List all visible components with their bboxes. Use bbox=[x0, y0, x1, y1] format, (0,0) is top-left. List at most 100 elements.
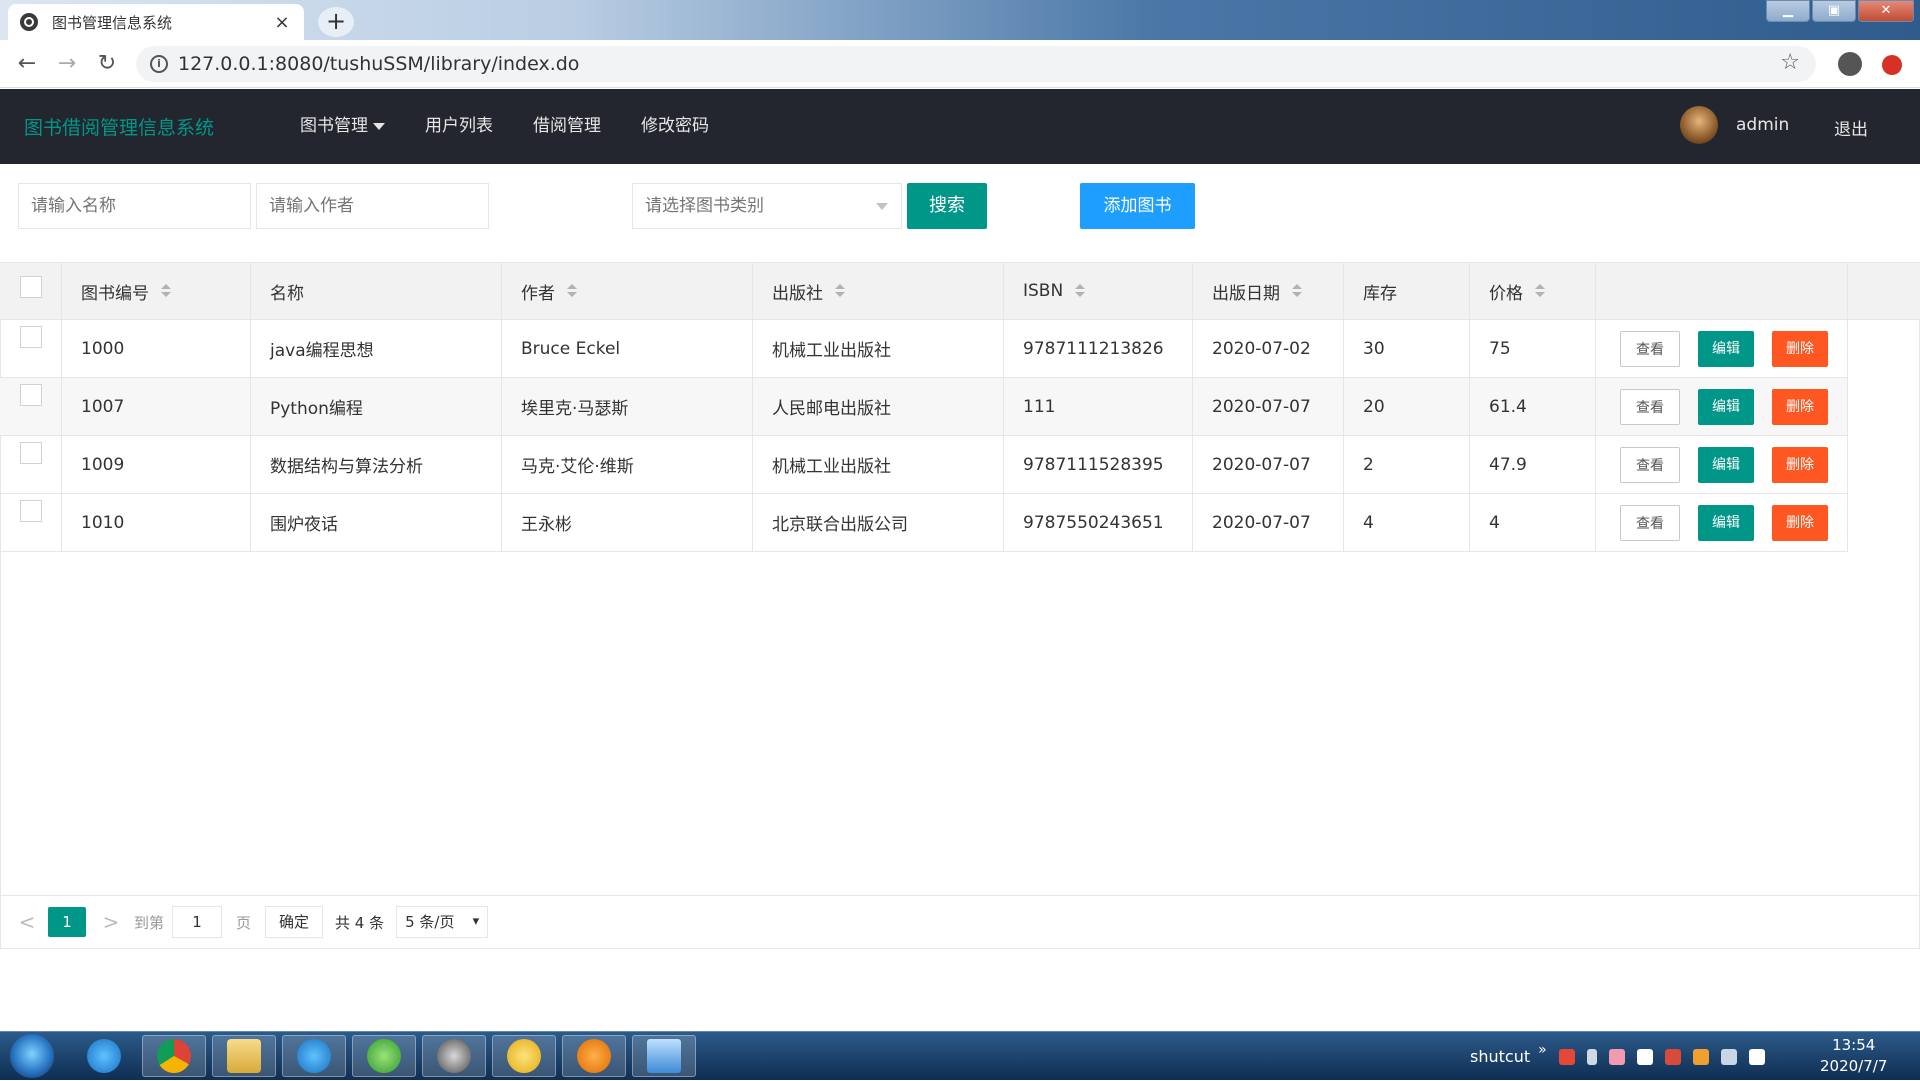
edit-button[interactable]: 编辑 bbox=[1698, 330, 1754, 367]
back-arrow-icon[interactable]: ← bbox=[12, 50, 42, 80]
prev-page-button[interactable]: < bbox=[12, 910, 42, 934]
next-page-button[interactable]: > bbox=[96, 910, 126, 934]
volume-icon[interactable] bbox=[1664, 1048, 1681, 1065]
dropdown-caret-icon bbox=[876, 203, 888, 210]
cell-author: 马克·艾伦·维斯 bbox=[502, 436, 753, 493]
minimize-button[interactable]: ▁ bbox=[1766, 0, 1810, 22]
windows-start-icon[interactable] bbox=[10, 1034, 54, 1078]
col-label: 出版日期 bbox=[1212, 283, 1280, 304]
table-row: 1010 围炉夜话 王永彬 北京联合出版公司 9787550243651 202… bbox=[0, 494, 1848, 552]
info-icon[interactable]: i bbox=[150, 55, 168, 73]
edit-button[interactable]: 编辑 bbox=[1698, 504, 1754, 541]
network-icon[interactable] bbox=[1720, 1048, 1737, 1065]
view-button[interactable]: 查看 bbox=[1620, 388, 1680, 425]
goto-page-input[interactable]: 1 bbox=[172, 906, 223, 938]
tray-more-icon[interactable]: » bbox=[1538, 1042, 1547, 1058]
new-tab-button[interactable]: + bbox=[318, 7, 354, 37]
cell-author: 埃里克·马瑟斯 bbox=[502, 378, 753, 435]
tray-settings-icon[interactable] bbox=[1636, 1048, 1653, 1065]
col-isbn[interactable]: ISBN bbox=[1004, 263, 1193, 319]
col-price[interactable]: 价格 bbox=[1470, 263, 1596, 319]
edit-button[interactable]: 编辑 bbox=[1698, 388, 1754, 425]
tab-close-button[interactable]: × bbox=[272, 12, 292, 33]
delete-button[interactable]: 删除 bbox=[1772, 504, 1828, 541]
window-close-button[interactable]: ✕ bbox=[1858, 0, 1914, 22]
tab-title: 图书管理信息系统 bbox=[52, 13, 173, 32]
url-field[interactable]: i 127.0.0.1:8080/tushuSSM/library/index.… bbox=[136, 46, 1816, 82]
battery-icon[interactable] bbox=[1748, 1048, 1765, 1065]
nav-user-list[interactable]: 用户列表 bbox=[405, 89, 513, 164]
ie-window-taskbar-icon[interactable] bbox=[282, 1035, 346, 1077]
browser-green-taskbar-icon[interactable] bbox=[352, 1035, 416, 1077]
name-search-input[interactable]: 请输入名称 bbox=[18, 183, 251, 229]
tray-search-icon[interactable] bbox=[1692, 1048, 1709, 1065]
taskbar: shutcut » 13:54 2020/7/7 bbox=[0, 1031, 1920, 1080]
cell-publisher: 机械工业出版社 bbox=[753, 320, 1004, 377]
extension-icon[interactable] bbox=[1882, 55, 1902, 75]
user-menu[interactable]: admin bbox=[1680, 106, 1789, 144]
bookmark-star-icon[interactable]: ☆ bbox=[1780, 50, 1800, 75]
clock[interactable]: 13:54 2020/7/7 bbox=[1820, 1035, 1887, 1077]
avatar bbox=[1680, 106, 1718, 144]
delete-button[interactable]: 删除 bbox=[1772, 330, 1828, 367]
row-checkbox[interactable] bbox=[20, 500, 42, 522]
row-checkbox[interactable] bbox=[20, 442, 42, 464]
view-button[interactable]: 查看 bbox=[1620, 330, 1680, 367]
col-book-id[interactable]: 图书编号 bbox=[62, 263, 251, 319]
reload-icon[interactable]: ↻ bbox=[92, 50, 122, 80]
search-button[interactable]: 搜索 bbox=[907, 183, 987, 229]
cell-book-id: 1000 bbox=[62, 320, 251, 377]
select-all-checkbox[interactable] bbox=[20, 276, 42, 298]
sort-icon[interactable] bbox=[1292, 284, 1302, 298]
nav-borrow-management[interactable]: 借阅管理 bbox=[513, 89, 621, 164]
delete-button[interactable]: 删除 bbox=[1772, 388, 1828, 425]
forward-arrow-icon[interactable]: → bbox=[52, 50, 82, 80]
category-select[interactable]: 请选择图书类别 bbox=[632, 183, 902, 229]
author-search-input[interactable]: 请输入作者 bbox=[256, 183, 489, 229]
col-publisher[interactable]: 出版社 bbox=[753, 263, 1004, 319]
col-author[interactable]: 作者 bbox=[502, 263, 753, 319]
cell-publish-date: 2020-07-07 bbox=[1193, 436, 1344, 493]
row-checkbox[interactable] bbox=[20, 384, 42, 406]
input-method-icon[interactable] bbox=[1558, 1048, 1575, 1065]
page-size-select[interactable]: 5 条/页 bbox=[396, 906, 489, 938]
nav-book-management[interactable]: 图书管理 bbox=[280, 89, 405, 164]
tray-label[interactable]: shutcut bbox=[1470, 1047, 1530, 1066]
col-publish-date[interactable]: 出版日期 bbox=[1193, 263, 1344, 319]
browser-tab[interactable]: 图书管理信息系统 × bbox=[8, 4, 304, 40]
account-icon[interactable] bbox=[1838, 52, 1862, 76]
total-count: 共 4 条 bbox=[335, 913, 385, 932]
nav-change-password[interactable]: 修改密码 bbox=[621, 89, 729, 164]
logout-link[interactable]: 退出 bbox=[1834, 115, 1868, 140]
sort-icon[interactable] bbox=[1535, 284, 1545, 298]
show-hidden-icon[interactable] bbox=[1586, 1048, 1597, 1065]
image-viewer-taskbar-icon[interactable] bbox=[632, 1035, 696, 1077]
app-logo[interactable]: 图书借阅管理信息系统 bbox=[24, 113, 214, 140]
chrome-taskbar-icon[interactable] bbox=[142, 1035, 206, 1077]
delete-button[interactable]: 删除 bbox=[1772, 446, 1828, 483]
tray-app-icon[interactable] bbox=[1608, 1048, 1625, 1065]
gear-taskbar-icon[interactable] bbox=[422, 1035, 486, 1077]
url-text[interactable]: 127.0.0.1:8080/tushuSSM/library/index.do bbox=[178, 53, 579, 75]
sort-icon[interactable] bbox=[161, 284, 171, 298]
maximize-button[interactable]: ▣ bbox=[1812, 0, 1856, 22]
explorer-taskbar-icon[interactable] bbox=[212, 1035, 276, 1077]
row-checkbox[interactable] bbox=[20, 326, 42, 348]
app-yellow-taskbar-icon[interactable] bbox=[492, 1035, 556, 1077]
view-button[interactable]: 查看 bbox=[1620, 446, 1680, 483]
col-label: 价格 bbox=[1489, 283, 1523, 304]
pagination: < 1 > 到第 1 页 确定 共 4 条 5 条/页 bbox=[0, 895, 1920, 948]
sort-icon[interactable] bbox=[567, 284, 577, 298]
goto-confirm-button[interactable]: 确定 bbox=[265, 906, 324, 938]
sort-icon[interactable] bbox=[1075, 284, 1086, 298]
add-book-button[interactable]: 添加图书 bbox=[1080, 183, 1195, 229]
sort-icon[interactable] bbox=[835, 284, 845, 298]
cell-stock: 20 bbox=[1344, 378, 1470, 435]
view-button[interactable]: 查看 bbox=[1620, 504, 1680, 541]
page-1-button[interactable]: 1 bbox=[48, 907, 86, 937]
ie-taskbar-icon[interactable] bbox=[72, 1035, 136, 1077]
edit-button[interactable]: 编辑 bbox=[1698, 446, 1754, 483]
search-taskbar-icon[interactable] bbox=[562, 1035, 626, 1077]
nav-label: 图书管理 bbox=[300, 116, 368, 136]
caret-down-icon bbox=[373, 122, 385, 130]
